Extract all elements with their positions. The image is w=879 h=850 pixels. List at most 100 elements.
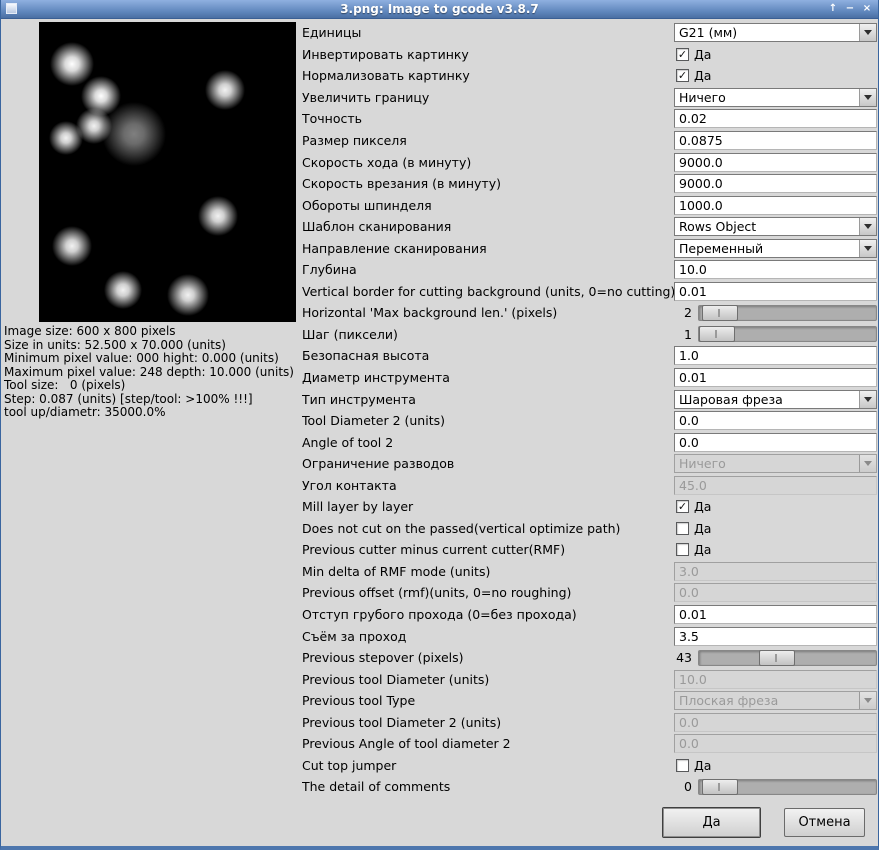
vertical-border-cutting-input[interactable]: 0.01 — [674, 281, 877, 301]
horizontal-max-background-len-slider[interactable] — [698, 304, 877, 321]
step-pixels-value: 1 — [684, 326, 692, 342]
checkbox-checked-icon: ✓ — [676, 500, 689, 514]
form-row-previous-angle-tool-2: Previous Angle of tool diameter 2 0.0 — [302, 733, 877, 755]
titlebar-buttons: ↑ − × — [826, 2, 874, 16]
form-row-spindle-speed: Обороты шпинделя 1000.0 — [302, 194, 877, 216]
angle-of-tool-2-label: Angle of tool 2 — [302, 434, 394, 450]
previous-cutter-minus-rmf-checkbox[interactable]: Да — [676, 542, 711, 557]
contact-angle-input: 45.0 — [674, 475, 877, 495]
safe-height-input[interactable]: 1.0 — [674, 346, 877, 366]
shade-button[interactable]: ↑ — [826, 2, 840, 16]
step-pixels-slider-handle[interactable] — [699, 326, 735, 343]
tolerance-input[interactable]: 0.02 — [674, 109, 877, 129]
lace-bounding-select: Ничего — [674, 454, 877, 474]
min-delta-rmf-input: 3.0 — [674, 561, 877, 581]
depth-input[interactable]: 10.0 — [674, 260, 877, 280]
cut-top-jumper-checkbox[interactable]: Да — [676, 758, 711, 773]
form-row-roughing-offset: Отступ грубого прохода (0=без прохода) 0.… — [302, 604, 877, 626]
form-row-cut-top-jumper: Cut top jumper Да — [302, 755, 877, 777]
info-line: Minimum pixel value: 000 hight: 0.000 (u… — [4, 351, 279, 365]
mill-layer-by-layer-checkbox[interactable]: ✓ Да — [676, 499, 711, 514]
form-row-pixel-size: Размер пикселя 0.0875 — [302, 130, 877, 152]
tool-diameter-2-input[interactable]: 0.0 — [674, 411, 877, 431]
form-row-scan-pattern: Шаблон сканирования Rows Object — [302, 216, 877, 238]
depth-label: Глубина — [302, 262, 357, 278]
form-row-scan-direction: Направление сканирования Переменный — [302, 237, 877, 259]
roughing-offset-input[interactable]: 0.01 — [674, 605, 877, 625]
tool-type-label: Тип инструмента — [302, 391, 416, 407]
pixel-size-label: Размер пикселя — [302, 133, 407, 148]
info-line: Maximum pixel value: 248 depth: 10.000 (… — [4, 364, 294, 379]
horizontal-max-background-len-slider-handle[interactable] — [701, 304, 738, 321]
spindle-speed-input[interactable]: 1000.0 — [674, 195, 877, 215]
dropdown-arrow-icon — [859, 24, 876, 42]
step-pixels-slider[interactable] — [698, 326, 877, 343]
no-cut-passed-checkbox[interactable]: Да — [676, 521, 711, 536]
invert-image-checkbox-label: Да — [694, 46, 712, 62]
window-title: 3.png: Image to gcode v3.8.7 — [340, 2, 539, 16]
form-row-previous-tool-diameter-2: Previous tool Diameter 2 (units) 0.0 — [302, 712, 877, 734]
contact-angle-label: Угол контакта — [302, 477, 397, 493]
titlebar[interactable]: 3.png: Image to gcode v3.8.7 ↑ − × — [1, 0, 878, 19]
units-select[interactable]: G21 (мм) — [674, 23, 877, 43]
step-pixels-label: Шаг (пиксели) — [302, 326, 398, 342]
scan-direction-select[interactable]: Переменный — [674, 238, 877, 258]
close-button[interactable]: × — [860, 2, 874, 16]
minimize-button[interactable]: − — [843, 2, 857, 16]
cut-top-jumper-label: Cut top jumper — [302, 757, 397, 773]
info-line: Step: 0.087 (units) [step/tool: >100% !!… — [4, 391, 253, 406]
previous-stepover-slider[interactable] — [698, 649, 877, 666]
form-row-previous-cutter-minus-rmf: Previous cutter minus current cutter(RMF… — [302, 539, 877, 561]
preview-image — [39, 22, 296, 322]
form-row-extend-border: Увеличить границу Ничего — [302, 87, 877, 109]
detail-of-comments-value: 0 — [684, 779, 692, 795]
tool-diameter-input[interactable]: 0.01 — [674, 368, 877, 388]
cancel-button[interactable]: Отмена — [784, 808, 865, 837]
invert-image-checkbox[interactable]: ✓ Да — [676, 47, 711, 62]
extend-border-select[interactable]: Ничего — [674, 87, 877, 107]
feed-rate-label: Скорость хода (в минуту) — [302, 154, 472, 170]
scan-pattern-selected-value: Rows Object — [679, 219, 757, 235]
tool-type-select[interactable]: Шаровая фреза — [674, 389, 877, 409]
form-row-depth: Глубина 10.0 — [302, 259, 877, 281]
form-row-safe-height: Безопасная высота 1.0 — [302, 345, 877, 367]
depth-per-pass-input[interactable]: 3.5 — [674, 626, 877, 646]
min-delta-rmf-label: Min delta of RMF mode (units) — [302, 563, 491, 579]
close-icon: × — [862, 3, 872, 14]
info-line: Image size: 600 x 800 pixels — [4, 324, 176, 338]
previous-tool-type-selected-value: Плоская фреза — [679, 693, 779, 709]
spindle-speed-label: Обороты шпинделя — [302, 197, 432, 213]
detail-of-comments-slider[interactable] — [698, 778, 877, 795]
previous-stepover-label: Previous stepover (pixels) — [302, 650, 464, 666]
dropdown-arrow-icon — [859, 455, 876, 473]
form-row-feed-rate: Скорость хода (в минуту) 9000.0 — [302, 151, 877, 173]
previous-stepover-slider-handle[interactable] — [759, 649, 796, 666]
tool-type-selected-value: Шаровая фреза — [679, 391, 783, 407]
feed-rate-input[interactable]: 9000.0 — [674, 152, 877, 172]
normalize-image-checkbox[interactable]: ✓ Да — [676, 68, 711, 83]
safe-height-label: Безопасная высота — [302, 348, 430, 364]
form-row-contact-angle: Угол контакта 45.0 — [302, 474, 877, 496]
image-info: Image size: 600 x 800 pixels Size in unit… — [4, 324, 294, 420]
normalize-image-checkbox-label: Да — [694, 68, 712, 84]
angle-of-tool-2-input[interactable]: 0.0 — [674, 432, 877, 452]
horizontal-max-background-len-value: 2 — [684, 305, 692, 321]
checkbox-checked-icon: ✓ — [676, 47, 689, 61]
pixel-size-input[interactable]: 0.0875 — [674, 131, 877, 150]
plunge-rate-input[interactable]: 9000.0 — [674, 174, 877, 194]
minimize-icon: − — [845, 3, 855, 14]
previous-tool-diameter-label: Previous tool Diameter (units) — [302, 671, 490, 687]
form-row-step-pixels: Шаг (пиксели) 1 — [302, 324, 877, 346]
scan-direction-selected-value: Переменный — [679, 240, 764, 256]
previous-tool-type-select: Плоская фреза — [674, 691, 877, 711]
invert-image-label: Инвертировать картинку — [302, 46, 469, 62]
dropdown-arrow-icon — [859, 390, 876, 408]
ok-button[interactable]: Да — [662, 807, 761, 838]
form-row-horizontal-max-background-len: Horizontal 'Max background len.' (pixels… — [302, 302, 877, 324]
scan-pattern-select[interactable]: Rows Object — [674, 217, 877, 237]
form-row-detail-of-comments: The detail of comments 0 — [302, 776, 877, 798]
form-row-previous-stepover: Previous stepover (pixels) 43 — [302, 647, 877, 669]
detail-of-comments-slider-handle[interactable] — [701, 778, 738, 795]
form-row-previous-tool-diameter: Previous tool Diameter (units) 10.0 — [302, 668, 877, 690]
form-row-invert-image: Инвертировать картинку ✓ Да — [302, 44, 877, 66]
